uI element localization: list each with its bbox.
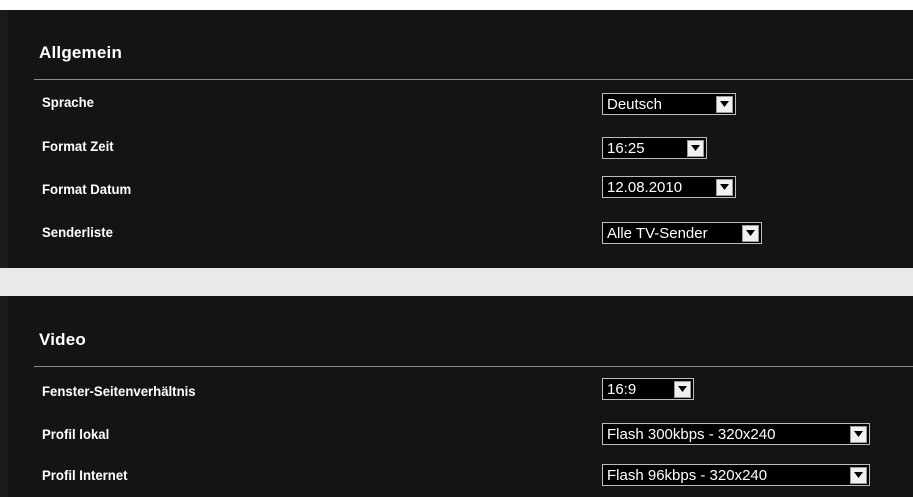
- select-value: 16:9: [607, 380, 637, 398]
- select-value: Flash 96kbps - 320x240: [607, 466, 768, 484]
- chevron-down-icon[interactable]: [850, 466, 867, 484]
- label-format-zeit: Format Zeit: [42, 138, 114, 154]
- select-profil-internet[interactable]: Flash 96kbps - 320x240: [602, 464, 870, 486]
- section-title-allgemein: Allgemein: [39, 43, 123, 62]
- section-divider: [34, 79, 913, 80]
- section-divider: [34, 366, 913, 367]
- select-value: Alle TV-Sender: [607, 224, 708, 242]
- section-title-video: Video: [39, 330, 86, 349]
- select-value: 16:25: [607, 139, 645, 157]
- chevron-down-icon[interactable]: [716, 178, 733, 196]
- chevron-down-icon[interactable]: [850, 425, 867, 443]
- select-value: Flash 300kbps - 320x240: [607, 425, 776, 443]
- chevron-down-icon[interactable]: [742, 224, 759, 242]
- select-format-zeit[interactable]: 16:25: [602, 137, 707, 159]
- label-profil-lokal: Profil lokal: [42, 426, 110, 442]
- label-fenster-seitenverhaeltnis: Fenster-Seitenverhältnis: [42, 383, 196, 399]
- label-sprache: Sprache: [42, 94, 94, 110]
- label-senderliste: Senderliste: [42, 224, 113, 240]
- chevron-down-icon[interactable]: [687, 139, 704, 157]
- select-profil-lokal[interactable]: Flash 300kbps - 320x240: [602, 423, 870, 445]
- select-value: 12.08.2010: [607, 178, 683, 196]
- section-separator: [0, 268, 913, 296]
- top-strip: [0, 0, 913, 10]
- section-allgemein: [8, 10, 913, 268]
- select-senderliste[interactable]: Alle TV-Sender: [602, 222, 762, 244]
- select-sprache[interactable]: Deutsch: [602, 93, 736, 115]
- label-format-datum: Format Datum: [42, 181, 132, 197]
- chevron-down-icon[interactable]: [716, 95, 733, 113]
- label-profil-internet: Profil Internet: [42, 467, 128, 483]
- select-format-datum[interactable]: 12.08.2010: [602, 176, 736, 198]
- chevron-down-icon[interactable]: [674, 380, 691, 398]
- select-value: Deutsch: [607, 95, 663, 113]
- select-fenster-seitenverhaeltnis[interactable]: 16:9: [602, 378, 694, 400]
